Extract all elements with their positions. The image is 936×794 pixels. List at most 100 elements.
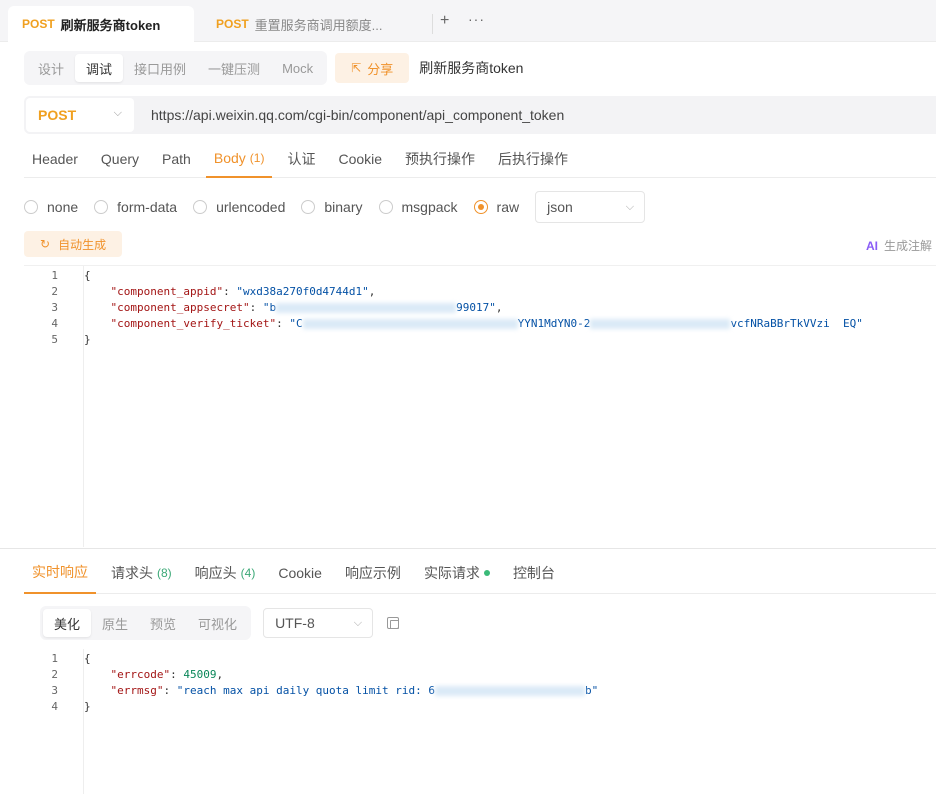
tab-count: (8)	[157, 566, 172, 580]
json-brace: }	[84, 332, 91, 346]
tab-post-script[interactable]: 后执行操作	[490, 140, 576, 178]
json-key: "errmsg"	[110, 683, 164, 697]
body-type-group: none form-data urlencoded binary msgpack…	[24, 191, 646, 223]
json-key: "errcode"	[110, 667, 171, 681]
radio-circle[interactable]	[24, 200, 38, 214]
json-brace: }	[84, 699, 91, 713]
more-icon[interactable]: ···	[468, 11, 485, 27]
redacted-blur	[276, 302, 457, 313]
tab-refresh-token[interactable]: POST 刷新服务商token	[8, 6, 194, 42]
radio-circle[interactable]	[473, 200, 488, 214]
tab-body[interactable]: Body (1)	[205, 140, 273, 178]
radio-circle[interactable]	[193, 200, 208, 214]
radio-label: raw	[496, 199, 520, 215]
code-line: 2 "errcode": 45009,	[24, 666, 936, 682]
json-value: 45009	[183, 667, 217, 681]
tab-auth[interactable]: 认证	[279, 140, 323, 178]
response-body-viewer[interactable]: 1 { 2 "errcode": 45009, 3 "errmsg": "rea…	[24, 649, 936, 794]
auto-generate-button[interactable]: ↻ 自动生成	[24, 231, 123, 257]
code-text: "errmsg": "reach max api daily quota lim…	[110, 683, 599, 697]
tab-request-headers[interactable]: 请求头 (8)	[103, 552, 180, 594]
encoding-select[interactable]: UTF-8 ⌵	[263, 608, 374, 638]
auto-generate-label: 自动生成	[58, 237, 107, 252]
tab-pre-script[interactable]: 预执行操作	[397, 140, 483, 178]
json-brace: {	[84, 268, 91, 282]
line-number: 4	[51, 316, 58, 330]
chevron-down-icon: ⌵	[353, 617, 363, 629]
view-raw[interactable]: 原生	[91, 609, 139, 637]
radio-circle[interactable]	[378, 200, 393, 214]
tab-label: Cookie	[338, 151, 383, 167]
encoding-value: UTF-8	[275, 615, 315, 631]
tab-label: Body	[213, 150, 246, 166]
refresh-icon: ↻	[40, 237, 51, 251]
code-text: }	[84, 333, 91, 346]
tab-label: 控制台	[512, 565, 555, 581]
tab-console[interactable]: 控制台	[505, 552, 563, 594]
radio-form-data[interactable]: form-data	[94, 199, 177, 215]
code-text: "component_appsecret": "b 99017",	[110, 300, 503, 314]
copy-icon[interactable]	[387, 617, 400, 629]
code-line: 1 {	[24, 650, 936, 666]
radio-circle[interactable]	[301, 200, 316, 214]
code-line: 3 "errmsg": "reach max api daily quota l…	[24, 682, 936, 698]
share-button[interactable]: ⇱ 分享	[335, 53, 410, 83]
ai-annotate-button[interactable]: AI 生成注解	[866, 237, 932, 254]
json-value: b"	[585, 683, 599, 697]
tab-label: Header	[32, 151, 78, 167]
radio-msgpack[interactable]: msgpack	[378, 199, 458, 215]
redacted-blur	[435, 685, 586, 696]
view-pretty[interactable]: 美化	[43, 609, 92, 637]
api-name[interactable]: 刷新服务商token	[419, 58, 523, 78]
view-mode-switch: 美化 原生 预览 可视化	[40, 606, 252, 640]
code-line: 2 "component_appid": "wxd38a270f0d4744d1…	[24, 283, 936, 299]
ai-annotate-label: 生成注解	[884, 239, 933, 253]
tab-label: 认证	[287, 151, 316, 167]
tab-reset-quota[interactable]: POST 重置服务商调用额度...	[202, 6, 428, 42]
code-line: 4 "component_verify_ticket": "C YYN1MdYN0…	[24, 315, 936, 331]
tab-header[interactable]: Header	[24, 140, 86, 178]
code-line: 1 {	[24, 267, 936, 283]
tab-label: 请求头	[111, 565, 153, 581]
mode-mock[interactable]: Mock	[271, 54, 324, 82]
radio-label: none	[47, 199, 79, 215]
request-body-editor[interactable]: 1 { 2 "component_appid": "wxd38a270f0d47…	[24, 265, 936, 547]
mode-design[interactable]: 设计	[27, 54, 75, 82]
tab-response-cookie[interactable]: Cookie	[270, 552, 330, 594]
json-key: "component_appsecret"	[110, 300, 250, 314]
json-key: "component_verify_ticket"	[110, 316, 277, 330]
ai-icon: AI	[866, 239, 878, 253]
line-number: 2	[51, 667, 58, 681]
tab-query[interactable]: Query	[93, 140, 147, 178]
redacted-blur	[590, 318, 731, 329]
tab-response-example[interactable]: 响应示例	[337, 552, 409, 594]
url-input[interactable]: https://api.weixin.qq.com/cgi-bin/compon…	[151, 107, 564, 123]
tab-path[interactable]: Path	[154, 140, 199, 178]
share-label: 分享	[367, 61, 394, 77]
radio-urlencoded[interactable]: urlencoded	[193, 199, 285, 215]
tab-cookie[interactable]: Cookie	[330, 140, 390, 178]
tab-live-response[interactable]: 实时响应	[24, 552, 96, 594]
radio-label: form-data	[117, 199, 178, 215]
tab-label: 响应示例	[344, 565, 401, 581]
add-tab-icon[interactable]: +	[440, 12, 449, 30]
mode-debug[interactable]: 调试	[75, 54, 124, 82]
view-visualize[interactable]: 可视化	[187, 609, 248, 637]
tab-actual-request[interactable]: 实际请求	[416, 552, 498, 594]
method-select[interactable]: POST ⌵	[26, 98, 134, 132]
radio-binary[interactable]: binary	[301, 199, 363, 215]
mode-test-cases[interactable]: 接口用例	[123, 54, 197, 82]
radio-none[interactable]: none	[24, 199, 78, 215]
panel-divider[interactable]	[0, 548, 936, 549]
radio-raw[interactable]: raw	[473, 199, 520, 215]
tab-count: (4)	[240, 566, 256, 580]
mode-stress-test[interactable]: 一键压测	[197, 54, 271, 82]
tab-response-headers[interactable]: 响应头 (4)	[187, 552, 264, 594]
radio-label: binary	[324, 199, 363, 215]
raw-format-select[interactable]: json ⌵	[535, 191, 646, 223]
method-value: POST	[38, 107, 77, 123]
tab-label: 实际请求	[423, 565, 480, 581]
view-preview[interactable]: 预览	[139, 609, 187, 637]
radio-circle[interactable]	[94, 200, 109, 214]
tab-label: Cookie	[278, 565, 322, 581]
